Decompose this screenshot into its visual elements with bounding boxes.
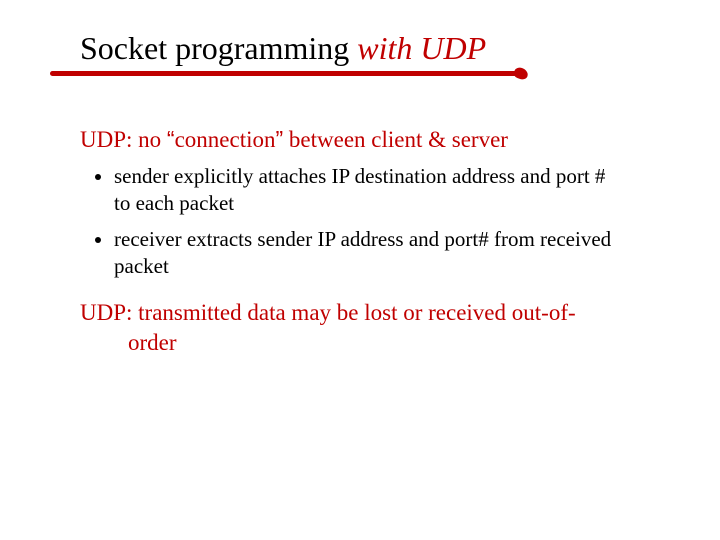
list-item: receiver extracts sender IP address and …: [114, 226, 620, 281]
slide-title: Socket programming with UDP: [80, 30, 660, 67]
content-area: UDP: no “connection” between client & se…: [80, 126, 660, 358]
title-part-1: Socket programming: [80, 30, 357, 66]
list-item: sender explicitly attaches IP destinatio…: [114, 163, 620, 218]
title-part-2: with UDP: [357, 30, 486, 66]
heading2-text: UDP: transmitted data may be lost or rec…: [80, 298, 620, 358]
title-underline: [50, 71, 520, 76]
bullet-list: sender explicitly attaches IP destinatio…: [80, 163, 620, 280]
heading1-mid: connection: [175, 127, 276, 152]
slide: Socket programming with UDP UDP: no “con…: [0, 0, 720, 378]
heading-lost-or-ooo: UDP: transmitted data may be lost or rec…: [80, 298, 620, 358]
heading1-pre: UDP: no: [80, 127, 167, 152]
heading1-post: between client & server: [283, 127, 508, 152]
heading-no-connection: UDP: no “connection” between client & se…: [80, 126, 620, 153]
close-quote: ”: [275, 126, 283, 152]
open-quote: “: [167, 126, 175, 152]
